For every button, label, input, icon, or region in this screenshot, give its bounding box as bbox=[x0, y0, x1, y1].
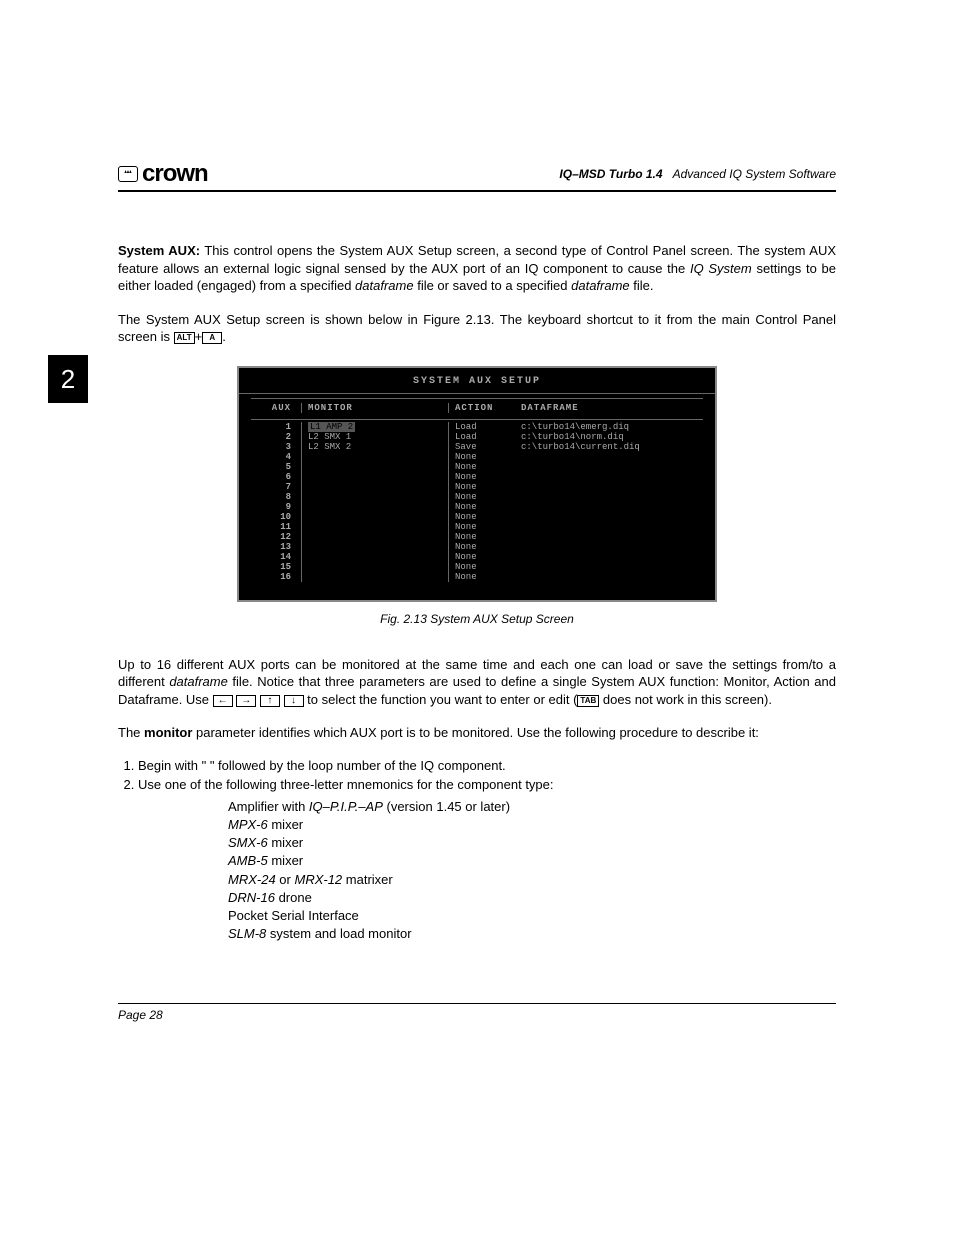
list-item: AMB-5 mixer bbox=[228, 852, 836, 870]
list-item: Amplifier with IQ–P.I.P.–AP (version 1.4… bbox=[228, 798, 836, 816]
list-item: Use one of the following three-letter mn… bbox=[138, 777, 836, 792]
paragraph-shortcut: The System AUX Setup screen is shown bel… bbox=[118, 311, 836, 346]
brand-logo: crown bbox=[118, 160, 208, 188]
list-item: MPX-6 mixer bbox=[228, 816, 836, 834]
paragraph-monitor: The monitor parameter identifies which A… bbox=[118, 724, 836, 742]
list-item: Pocket Serial Interface bbox=[228, 907, 836, 925]
keycap-left-icon: ← bbox=[213, 695, 233, 707]
header-product: IQ–MSD Turbo 1.4 Advanced IQ System Soft… bbox=[559, 167, 836, 181]
paragraph-ports: Up to 16 different AUX ports can be moni… bbox=[118, 656, 836, 709]
procedure-list: Begin with " " followed by the loop numb… bbox=[138, 758, 836, 792]
figure-caption: Fig. 2.13 System AUX Setup Screen bbox=[118, 612, 836, 626]
keycap-up-icon: ↑ bbox=[260, 695, 280, 707]
list-item: SLM-8 system and load monitor bbox=[228, 925, 836, 943]
crown-icon bbox=[118, 166, 138, 182]
brand-text: crown bbox=[142, 160, 208, 188]
keycap-right-icon: → bbox=[236, 695, 256, 707]
col-header-monitor: MONITOR bbox=[301, 403, 448, 413]
terminal-title: SYSTEM AUX SETUP bbox=[239, 374, 715, 394]
col-header-dataframe: DATAFRAME bbox=[515, 403, 703, 413]
list-item: Begin with " " followed by the loop numb… bbox=[138, 758, 836, 773]
keycap-a-icon: A bbox=[202, 332, 222, 344]
mnemonic-list: Amplifier with IQ–P.I.P.–AP (version 1.4… bbox=[228, 798, 836, 944]
keycap-tab-icon: TAB bbox=[577, 695, 599, 707]
page-footer: Page 28 bbox=[118, 1003, 836, 1022]
col-header-action: ACTION bbox=[448, 403, 515, 413]
figure-terminal: SYSTEM AUX SETUP AUX MONITOR ACTION DATA… bbox=[237, 366, 717, 602]
paragraph-system-aux: System AUX: This control opens the Syste… bbox=[118, 242, 836, 295]
keycap-alt-icon: ALT bbox=[174, 332, 195, 344]
list-item: MRX-24 or MRX-12 matrixer bbox=[228, 871, 836, 889]
list-item: SMX-6 mixer bbox=[228, 834, 836, 852]
page-header: crown IQ–MSD Turbo 1.4 Advanced IQ Syste… bbox=[118, 160, 836, 192]
keycap-down-icon: ↓ bbox=[284, 695, 304, 707]
list-item: DRN-16 drone bbox=[228, 889, 836, 907]
section-number-tab: 2 bbox=[48, 355, 88, 403]
col-header-aux: AUX bbox=[251, 403, 301, 413]
